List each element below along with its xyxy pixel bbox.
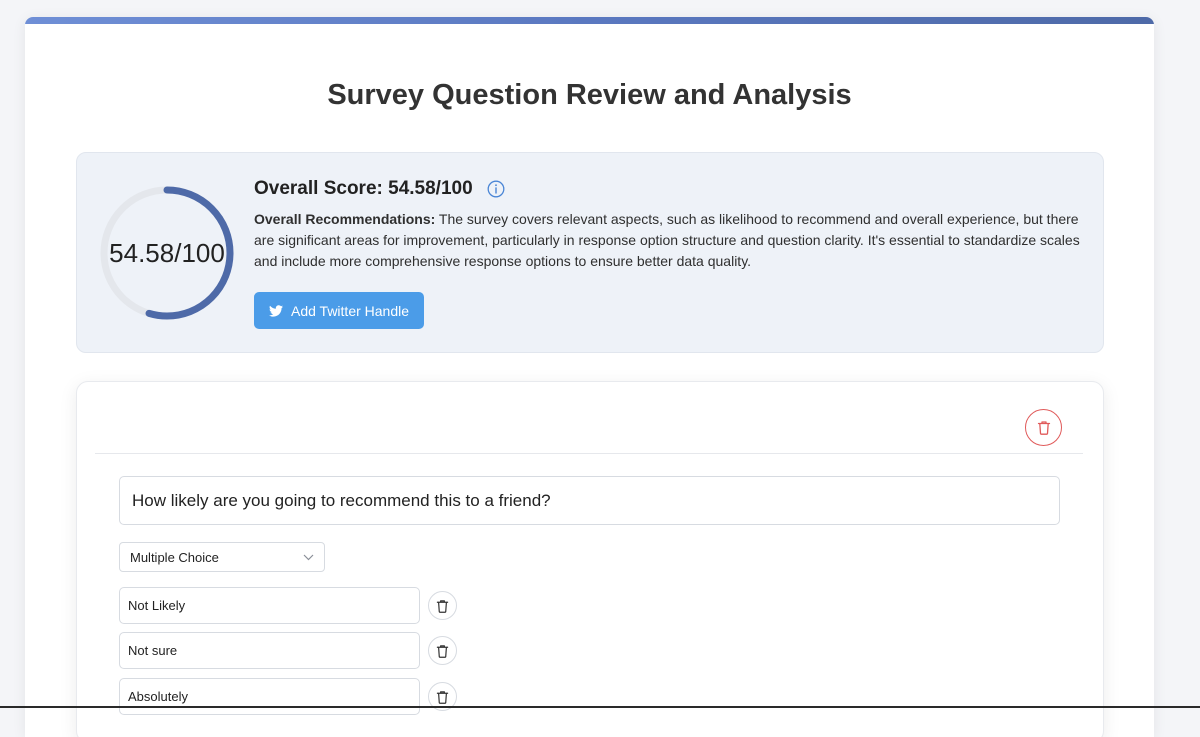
- twitter-button-label: Add Twitter Handle: [291, 302, 410, 319]
- option-input[interactable]: [119, 587, 420, 624]
- page-title: Survey Question Review and Analysis: [327, 79, 852, 111]
- info-icon[interactable]: [487, 180, 505, 198]
- question-type-value: Multiple Choice: [130, 549, 219, 565]
- chevron-down-icon: [303, 554, 314, 560]
- score-ring-label: 54.58/100: [109, 238, 225, 268]
- option-row: [119, 632, 459, 669]
- delete-option-button[interactable]: [428, 591, 457, 620]
- question-text-input[interactable]: [119, 476, 1060, 525]
- option-input[interactable]: [119, 632, 420, 669]
- trash-icon: [1037, 421, 1050, 435]
- recommendations-label: Overall Recommendations:: [254, 211, 436, 227]
- overall-score-heading: Overall Score: 54.58/100: [254, 178, 505, 200]
- question-type-select[interactable]: Multiple Choice: [119, 542, 325, 572]
- page-card: Survey Question Review and Analysis 54.5…: [25, 17, 1154, 737]
- top-accent-bar: [25, 17, 1154, 24]
- option-row: [119, 587, 459, 624]
- trash-icon: [436, 599, 449, 613]
- score-panel: 54.58/100 Overall Score: 54.58/100 Overa…: [76, 152, 1104, 353]
- delete-question-button[interactable]: [1025, 409, 1062, 446]
- add-twitter-handle-button[interactable]: Add Twitter Handle: [254, 292, 425, 329]
- delete-option-button[interactable]: [428, 636, 457, 665]
- option-row: [119, 678, 459, 715]
- card-divider: [95, 453, 1083, 454]
- trash-icon: [436, 644, 449, 658]
- question-card: Multiple Choice: [76, 381, 1104, 737]
- option-input[interactable]: [119, 678, 420, 715]
- overall-recommendations: Overall Recommendations: The survey cove…: [254, 209, 1084, 272]
- overall-score-text: Overall Score: 54.58/100: [254, 178, 473, 199]
- trash-icon: [436, 690, 449, 704]
- twitter-icon: [269, 304, 283, 317]
